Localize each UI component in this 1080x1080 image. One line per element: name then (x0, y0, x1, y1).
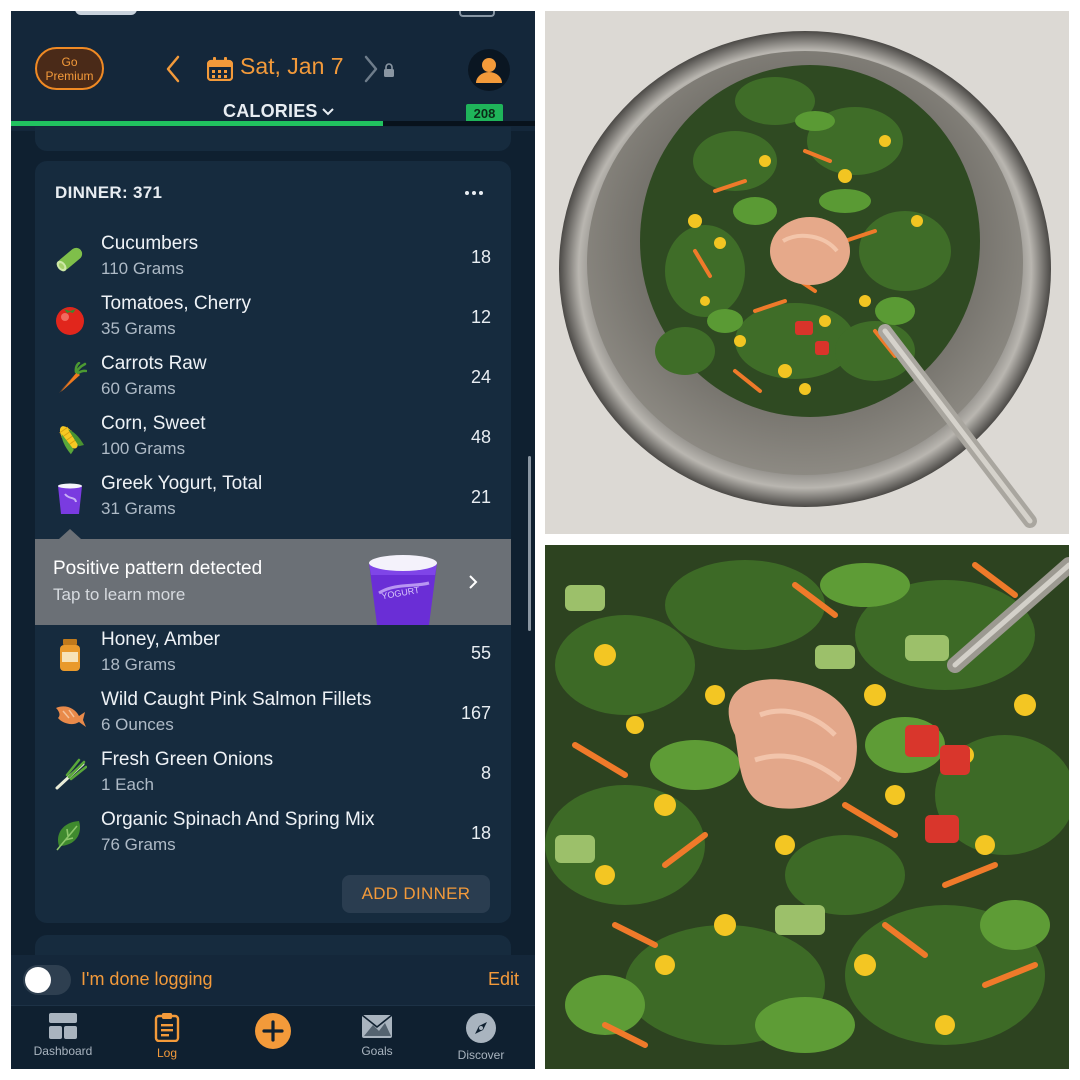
food-calories: 21 (470, 487, 491, 507)
food-amount: 60 Grams (101, 379, 176, 398)
salad-bowl-illustration (545, 11, 1069, 534)
user-icon (476, 58, 502, 83)
salad-closeup-photo (545, 545, 1069, 1069)
metric-label: CALORIES (223, 101, 318, 121)
phone-screenshot: Go Premium Sat, Jan 7 CALORIES 208 DINNE… (11, 11, 535, 1069)
go-premium-button[interactable]: Go Premium (35, 47, 104, 90)
food-name: Fresh Green Onions (101, 749, 274, 770)
tab-discover[interactable]: Discover (431, 1012, 531, 1068)
tab-label: Log (156, 1046, 178, 1060)
banner-pointer (59, 529, 81, 539)
done-logging-bar: I'm done logging Edit (11, 955, 535, 1005)
food-amount: 6 Ounces (101, 715, 174, 734)
yogurt-cup-illustration: YOGURT (369, 555, 437, 625)
calorie-progress-fill (11, 121, 384, 126)
dashboard-icon (49, 1013, 77, 1039)
salad-closeup-illustration (545, 545, 1069, 1069)
food-row[interactable]: Wild Caught Pink Salmon Fillets 6 Ounces… (35, 685, 511, 743)
calendar-icon[interactable] (207, 57, 233, 81)
metric-dropdown[interactable]: CALORIES (223, 101, 335, 122)
food-calories: 48 (470, 427, 491, 447)
previous-meal-card-edge (35, 127, 511, 151)
food-row[interactable]: Carrots Raw 60 Grams 24 (35, 349, 511, 407)
food-calories: 18 (470, 247, 491, 267)
food-calories: 167 (460, 703, 491, 723)
scrollbar[interactable] (528, 456, 531, 631)
food-amount: 31 Grams (101, 499, 176, 518)
tab-label: Discover (457, 1048, 505, 1062)
previous-day-icon[interactable] (163, 53, 183, 85)
food-calories: 24 (470, 367, 491, 387)
cucumber-icon (56, 247, 83, 272)
food-amount: 76 Grams (101, 835, 176, 854)
log-clipboard-icon (154, 1013, 180, 1042)
food-row[interactable]: Organic Spinach And Spring Mix 76 Grams … (35, 805, 511, 863)
food-name: Cucumbers (101, 233, 199, 254)
fish-icon (56, 706, 86, 727)
insight-subtitle: Tap to learn more (53, 585, 186, 604)
carrot-icon (59, 362, 87, 393)
food-name: Honey, Amber (101, 629, 220, 650)
add-plus-icon (255, 1013, 291, 1049)
salad-bowl-photo (545, 11, 1069, 534)
tomato-icon (56, 307, 84, 335)
spinach-leaf-icon (56, 821, 81, 851)
food-row[interactable]: Greek Yogurt, Total 31 Grams 21 (35, 469, 511, 527)
status-bar (11, 11, 535, 27)
honey-jar-icon (60, 639, 80, 671)
add-entry-button[interactable] (223, 1012, 323, 1068)
food-calories: 12 (470, 307, 491, 327)
food-amount: 1 Each (101, 775, 154, 794)
app-header: Go Premium Sat, Jan 7 CALORIES 208 (11, 27, 535, 131)
battery-icon (459, 11, 495, 17)
food-calories: 18 (470, 823, 491, 843)
food-amount: 35 Grams (101, 319, 176, 338)
done-logging-label: I'm done logging (81, 969, 213, 989)
food-amount: 18 Grams (101, 655, 176, 674)
food-amount: 110 Grams (101, 259, 184, 278)
tab-label: Dashboard (33, 1044, 93, 1058)
insight-banner[interactable]: Positive pattern detected Tap to learn m… (35, 529, 511, 625)
chevron-down-icon (321, 108, 334, 116)
lock-icon (384, 63, 394, 77)
toggle-knob (25, 967, 51, 993)
food-name: Corn, Sweet (101, 413, 206, 434)
food-name: Carrots Raw (101, 353, 207, 374)
food-row[interactable]: Tomatoes, Cherry 35 Grams 12 (35, 289, 511, 347)
calorie-progress-bar (11, 121, 535, 126)
status-time-fragment (75, 11, 137, 15)
food-row[interactable]: Honey, Amber 18 Grams 55 (35, 625, 511, 683)
done-logging-toggle[interactable] (23, 965, 71, 995)
next-day-icon[interactable] (361, 53, 381, 85)
meal-title: DINNER: 371 (55, 183, 163, 202)
tab-goals[interactable]: Goals (327, 1012, 427, 1068)
food-row[interactable]: Corn, Sweet 100 Grams 48 (35, 409, 511, 467)
food-row[interactable]: Fresh Green Onions 1 Each 8 (35, 745, 511, 803)
add-dinner-button[interactable]: ADD DINNER (342, 875, 490, 913)
compass-icon (466, 1013, 496, 1043)
chevron-right-icon (469, 575, 478, 589)
tab-log[interactable]: Log (117, 1012, 217, 1068)
insight-title: Positive pattern detected (53, 558, 263, 579)
food-row[interactable]: Cucumbers 110 Grams 18 (35, 229, 511, 287)
date-label[interactable]: Sat, Jan 7 (240, 53, 344, 80)
food-name: Organic Spinach And Spring Mix (101, 809, 375, 830)
food-calories: 55 (470, 643, 491, 663)
tab-label: Goals (361, 1044, 393, 1058)
food-calories: 8 (480, 763, 491, 783)
goals-envelope-icon (361, 1014, 393, 1038)
food-name: Wild Caught Pink Salmon Fillets (101, 689, 372, 710)
edit-link[interactable]: Edit (488, 969, 519, 990)
corn-icon (59, 426, 85, 455)
yogurt-icon (58, 483, 82, 514)
bottom-tab-bar: Dashboard Log Goals Discover (11, 1005, 535, 1069)
tab-dashboard[interactable]: Dashboard (13, 1012, 113, 1068)
food-amount: 100 Grams (101, 439, 186, 458)
profile-avatar[interactable] (468, 49, 510, 91)
food-name: Tomatoes, Cherry (101, 293, 251, 314)
food-name: Greek Yogurt, Total (101, 473, 263, 494)
green-onion-icon (55, 758, 87, 790)
more-options-icon[interactable] (465, 191, 487, 199)
